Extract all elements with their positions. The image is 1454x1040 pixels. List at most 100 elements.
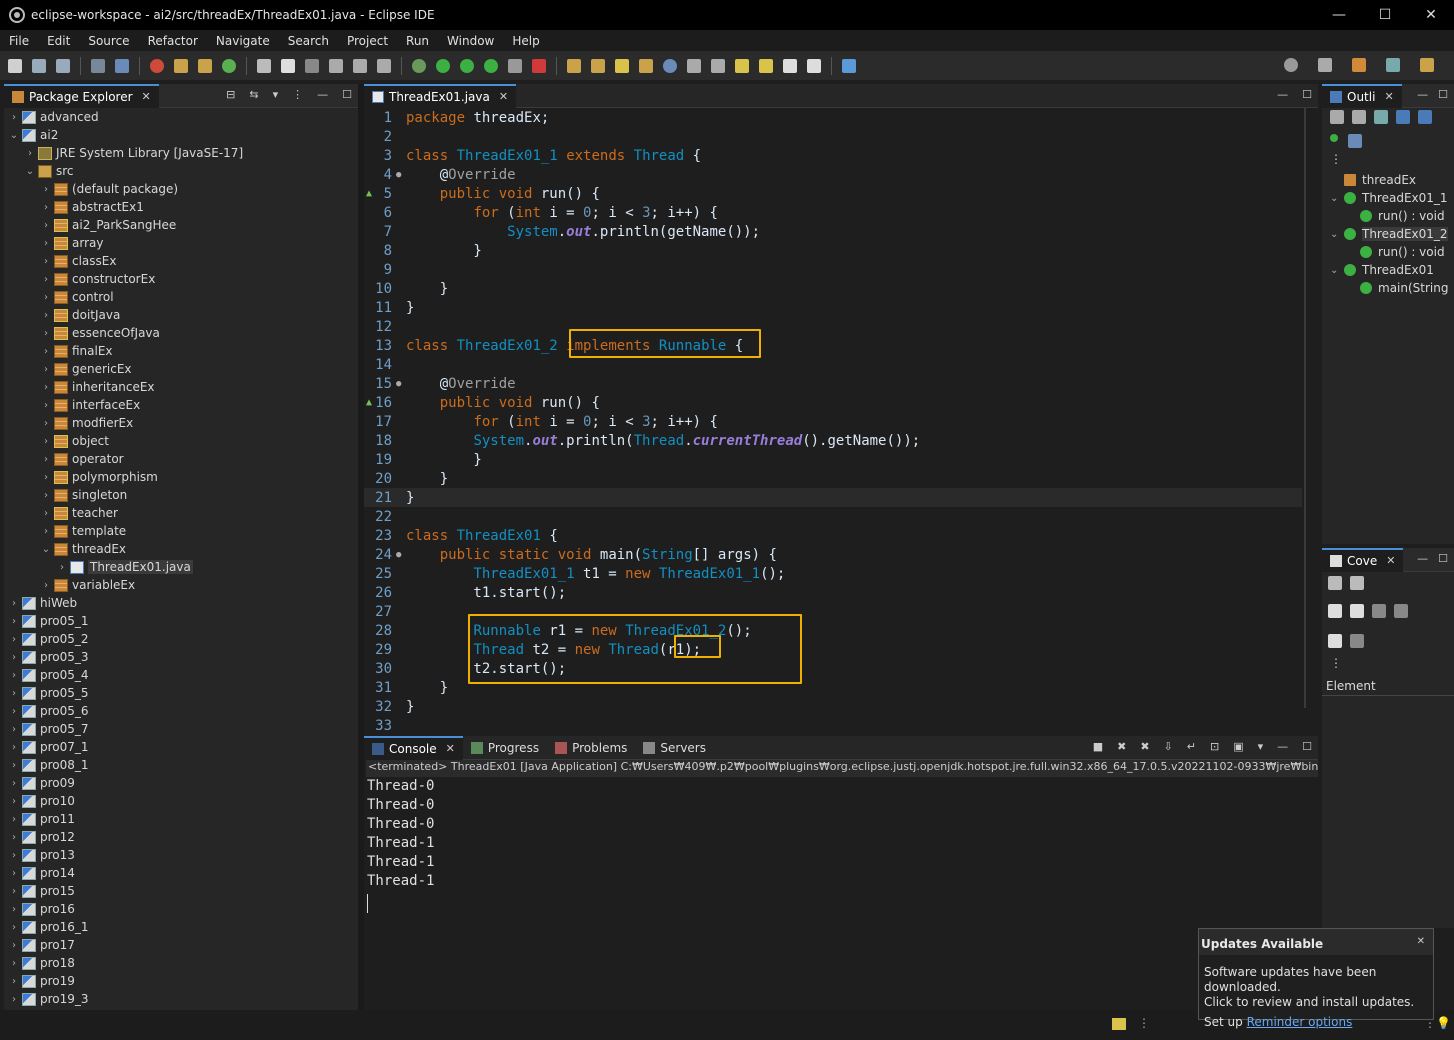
code-line[interactable]: 2 — [364, 127, 1302, 146]
hide-static-icon[interactable] — [1396, 110, 1410, 124]
chevron-right-icon[interactable]: › — [8, 724, 20, 735]
server-icon[interactable] — [532, 58, 546, 73]
terminate-icon[interactable] — [508, 58, 522, 73]
code-line[interactable]: 8 } — [364, 241, 1302, 260]
chevron-right-icon[interactable]: › — [8, 634, 20, 645]
remove-all-sessions-icon[interactable] — [1350, 604, 1364, 618]
search-icon[interactable] — [1284, 58, 1298, 72]
code-line[interactable]: 24 ● public static void main(String[] arg… — [364, 545, 1302, 564]
tree-item[interactable]: › array — [4, 234, 358, 252]
prev-annotation-icon[interactable] — [711, 58, 725, 73]
minimize-view-icon[interactable]: — — [1277, 88, 1288, 101]
tree-item[interactable]: › pro05_7 — [4, 720, 358, 738]
reminder-options-link[interactable]: Reminder options — [1247, 1015, 1353, 1029]
tree-item[interactable]: › pro16 — [4, 900, 358, 918]
select-session-icon[interactable] — [1394, 604, 1408, 618]
code-line[interactable]: 1 package threadEx; — [364, 108, 1302, 127]
chevron-right-icon[interactable]: › — [8, 670, 20, 681]
java-perspective-icon[interactable] — [1420, 58, 1434, 72]
chevron-down-icon[interactable]: ⌄ — [24, 166, 36, 177]
tab-servers[interactable]: Servers — [635, 736, 714, 760]
tree-item[interactable]: › constructorEx — [4, 270, 358, 288]
view-menu-icon[interactable]: ⋮ — [292, 88, 303, 101]
minimize-view-icon[interactable]: — — [1417, 552, 1428, 565]
tree-item[interactable]: › pro05_1 — [4, 612, 358, 630]
close-icon[interactable]: ✕ — [1386, 554, 1395, 567]
remove-all-icon[interactable]: ✖ — [1140, 740, 1149, 753]
maximize-view-icon[interactable]: ☐ — [1438, 552, 1448, 565]
scroll-lock-icon[interactable]: ⇩ — [1164, 740, 1173, 753]
new-java-project-icon[interactable] — [174, 58, 188, 73]
tree-item[interactable]: › doitJava — [4, 306, 358, 324]
code-line[interactable]: 21} — [364, 488, 1302, 507]
notification-body[interactable]: Software updates have been downloaded. C… — [1199, 955, 1433, 1030]
open-console-icon[interactable]: ▾ — [1258, 740, 1264, 753]
chevron-right-icon[interactable]: › — [8, 868, 20, 879]
tree-item[interactable]: › pro05_6 — [4, 702, 358, 720]
chevron-right-icon[interactable]: › — [8, 940, 20, 951]
pin-editor-icon[interactable] — [842, 58, 856, 73]
chevron-down-icon[interactable]: ⌄ — [1330, 229, 1344, 240]
maximize-view-icon[interactable]: ☐ — [1302, 740, 1312, 753]
chevron-right-icon[interactable]: › — [40, 310, 52, 321]
chevron-right-icon[interactable]: › — [24, 148, 36, 159]
code-line[interactable]: 4 ● @Override — [364, 165, 1302, 184]
annotation-icon[interactable] — [615, 58, 629, 73]
tree-item[interactable]: › pro05_5 — [4, 684, 358, 702]
chevron-right-icon[interactable]: › — [40, 526, 52, 537]
chevron-right-icon[interactable]: › — [40, 238, 52, 249]
new-package-icon[interactable] — [198, 58, 212, 73]
pin-console-icon[interactable]: ⊡ — [1210, 740, 1219, 753]
chevron-right-icon[interactable]: › — [40, 436, 52, 447]
outline-view-menu-icon[interactable]: ⋮ — [1330, 152, 1342, 166]
tree-item[interactable]: › polymorphism — [4, 468, 358, 486]
code-line[interactable]: 22 — [364, 507, 1302, 526]
code-line[interactable]: 13 class ThreadEx01_2 implements Runnable… — [364, 336, 1302, 355]
tab-coverage[interactable]: Cove ✕ — [1322, 547, 1404, 572]
chevron-right-icon[interactable]: › — [8, 742, 20, 753]
tree-item[interactable]: › pro12 — [4, 828, 358, 846]
tree-item[interactable]: › pro11 — [4, 810, 358, 828]
chevron-right-icon[interactable]: › — [40, 220, 52, 231]
tree-item[interactable]: ⌄ ai2 — [4, 126, 358, 144]
close-icon[interactable]: ✕ — [1417, 936, 1425, 947]
open-folder-icon[interactable] — [567, 58, 581, 73]
tree-item[interactable]: › pro08_1 — [4, 756, 358, 774]
tree-item[interactable]: › variableEx — [4, 576, 358, 594]
chevron-right-icon[interactable]: › — [40, 292, 52, 303]
last-edit-icon[interactable] — [735, 58, 749, 73]
link-with-editor-icon[interactable] — [1348, 134, 1362, 148]
menu-project[interactable]: Project — [338, 34, 397, 48]
collapse-all-icon[interactable]: ⊟ — [226, 88, 235, 101]
tree-item[interactable]: ⌄ src — [4, 162, 358, 180]
menu-source[interactable]: Source — [79, 34, 138, 48]
code-line[interactable]: 19 } — [364, 450, 1302, 469]
remove-launch-icon[interactable]: ✖ — [1117, 740, 1126, 753]
hide-fields-icon[interactable] — [1374, 110, 1388, 124]
chevron-right-icon[interactable]: › — [40, 490, 52, 501]
tree-item[interactable]: › pro14 — [4, 864, 358, 882]
chevron-right-icon[interactable]: › — [40, 202, 52, 213]
chevron-right-icon[interactable]: › — [40, 346, 52, 357]
maximize-view-icon[interactable]: ☐ — [1438, 88, 1448, 101]
minimize-view-icon[interactable]: — — [1417, 88, 1428, 101]
terminate-icon[interactable]: ■ — [1093, 740, 1103, 753]
globe-icon[interactable] — [663, 58, 677, 73]
coverage-view-menu-icon[interactable]: ⋮ — [1330, 656, 1342, 670]
chevron-right-icon[interactable]: › — [40, 418, 52, 429]
tree-item[interactable]: › teacher — [4, 504, 358, 522]
code-line[interactable]: 12 — [364, 317, 1302, 336]
relaunch-icon[interactable] — [1328, 576, 1342, 590]
tree-item[interactable]: › pro05_3 — [4, 648, 358, 666]
tree-item[interactable]: › template — [4, 522, 358, 540]
console-output[interactable]: Thread-0 Thread-0 Thread-0 Thread-1 Thread-1… — [367, 778, 434, 913]
tree-item[interactable]: › pro05_2 — [4, 630, 358, 648]
tab-threadex01-java[interactable]: ThreadEx01.java ✕ — [364, 83, 517, 108]
code-line[interactable]: 18 System.out.println(Thread.currentThre… — [364, 431, 1302, 450]
tree-item[interactable]: › classEx — [4, 252, 358, 270]
code-line[interactable]: 25 ThreadEx01_1 t1 = new ThreadEx01_1(); — [364, 564, 1302, 583]
chevron-right-icon[interactable]: › — [40, 184, 52, 195]
code-line[interactable]: 7 System.out.println(getName()); — [364, 222, 1302, 241]
display-console-icon[interactable]: ▣ — [1233, 740, 1243, 753]
close-icon[interactable]: ✕ — [1384, 90, 1393, 103]
